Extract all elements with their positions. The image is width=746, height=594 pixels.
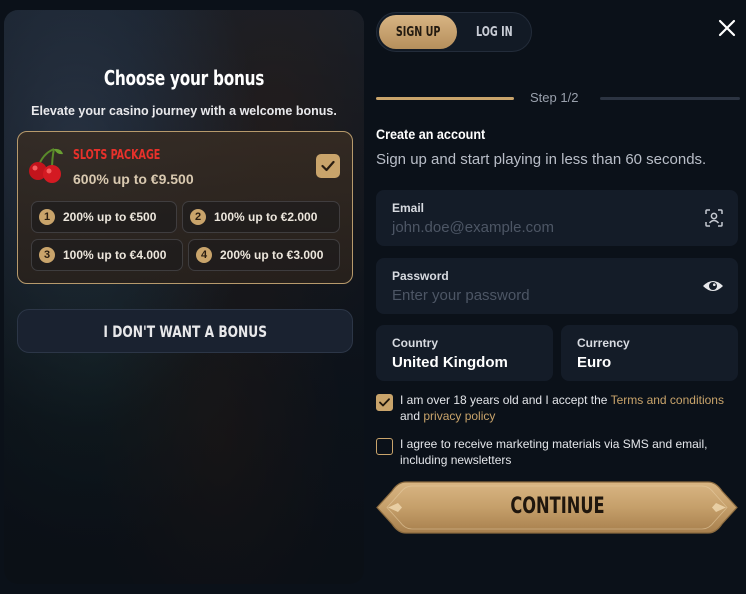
tier-number-badge: 3 xyxy=(39,247,55,263)
package-name: SLOTS PACKAGE xyxy=(73,148,161,163)
terms-checkbox[interactable] xyxy=(376,394,393,411)
bonus-tier-4: 4 200% up to €3.000 xyxy=(188,239,340,271)
no-bonus-label: I DON'T WANT A BONUS xyxy=(103,321,267,341)
close-button[interactable] xyxy=(712,14,742,42)
background-overlay xyxy=(4,10,364,584)
eye-icon[interactable] xyxy=(702,276,724,296)
password-input[interactable]: Enter your password xyxy=(392,287,530,304)
tier-label: 100% up to €2.000 xyxy=(214,210,318,224)
marketing-checkbox[interactable] xyxy=(376,438,393,455)
form-title: Create an account xyxy=(376,126,486,142)
cherries-icon xyxy=(29,148,63,183)
step-progress-inactive xyxy=(600,97,740,100)
continue-text: CONTINUE xyxy=(509,494,605,519)
tab-sign-up[interactable]: SIGN UP xyxy=(379,15,457,49)
terms-text-prefix: I am over 18 years old and I accept the xyxy=(400,393,611,407)
terms-text: I am over 18 years old and I accept the … xyxy=(400,392,740,424)
bonus-tier-1: 1 200% up to €500 xyxy=(31,201,177,233)
email-field[interactable]: Email john.doe@example.com xyxy=(376,190,738,246)
auth-tabs: SIGN UP LOG IN xyxy=(376,12,532,52)
tier-number-badge: 1 xyxy=(39,209,55,225)
form-subtitle: Sign up and start playing in less than 6… xyxy=(376,151,707,168)
bonus-package-card[interactable]: SLOTS PACKAGE 600% up to €9.500 1 200% u… xyxy=(17,131,353,284)
privacy-policy-link[interactable]: privacy policy xyxy=(423,409,495,423)
package-selected-checkbox[interactable] xyxy=(316,154,340,178)
terms-consent-row: I am over 18 years old and I accept the … xyxy=(376,392,740,424)
country-label: Country xyxy=(392,336,438,350)
tab-log-in[interactable]: LOG IN xyxy=(457,15,531,49)
password-field[interactable]: Password Enter your password xyxy=(376,258,738,314)
tier-label: 200% up to €500 xyxy=(63,210,157,224)
email-input[interactable]: john.doe@example.com xyxy=(392,219,554,236)
terms-text-and: and xyxy=(400,409,424,423)
continue-button[interactable]: CONTINUE xyxy=(376,481,738,534)
package-description: 600% up to €9.500 xyxy=(73,171,194,187)
close-icon xyxy=(718,19,736,37)
terms-link[interactable]: Terms and conditions xyxy=(611,393,724,407)
tab-log-in-label: LOG IN xyxy=(475,24,513,40)
marketing-consent-row: I agree to receive marketing materials v… xyxy=(376,436,740,468)
no-bonus-button[interactable]: I DON'T WANT A BONUS xyxy=(17,309,353,353)
contact-card-icon xyxy=(705,209,723,227)
bonus-subtitle: Elevate your casino journey with a welco… xyxy=(31,104,337,118)
bonus-title: Choose your bonus xyxy=(103,66,265,90)
bonus-panel: Choose your bonus Elevate your casino jo… xyxy=(4,10,364,584)
tier-number-badge: 2 xyxy=(190,209,206,225)
password-label: Password xyxy=(392,269,449,283)
tab-sign-up-label: SIGN UP xyxy=(395,24,441,40)
tier-number-badge: 4 xyxy=(196,247,212,263)
continue-label: CONTINUE xyxy=(376,494,738,519)
checkmark-icon xyxy=(321,160,335,172)
tier-label: 200% up to €3.000 xyxy=(220,248,324,262)
email-label: Email xyxy=(392,201,425,215)
currency-value: Euro xyxy=(577,354,612,371)
currency-label: Currency xyxy=(577,336,630,350)
bonus-tier-3: 3 100% up to €4.000 xyxy=(31,239,183,271)
currency-select[interactable]: Currency Euro xyxy=(561,325,738,381)
step-label: Step 1/2 xyxy=(530,90,579,105)
bonus-tier-2: 2 100% up to €2.000 xyxy=(182,201,340,233)
checkmark-icon xyxy=(379,398,390,407)
step-progress-active xyxy=(376,97,514,100)
tier-label: 100% up to €4.000 xyxy=(63,248,167,262)
country-value: United Kingdom xyxy=(392,354,508,371)
country-select[interactable]: Country United Kingdom xyxy=(376,325,553,381)
marketing-text: I agree to receive marketing materials v… xyxy=(400,437,708,467)
